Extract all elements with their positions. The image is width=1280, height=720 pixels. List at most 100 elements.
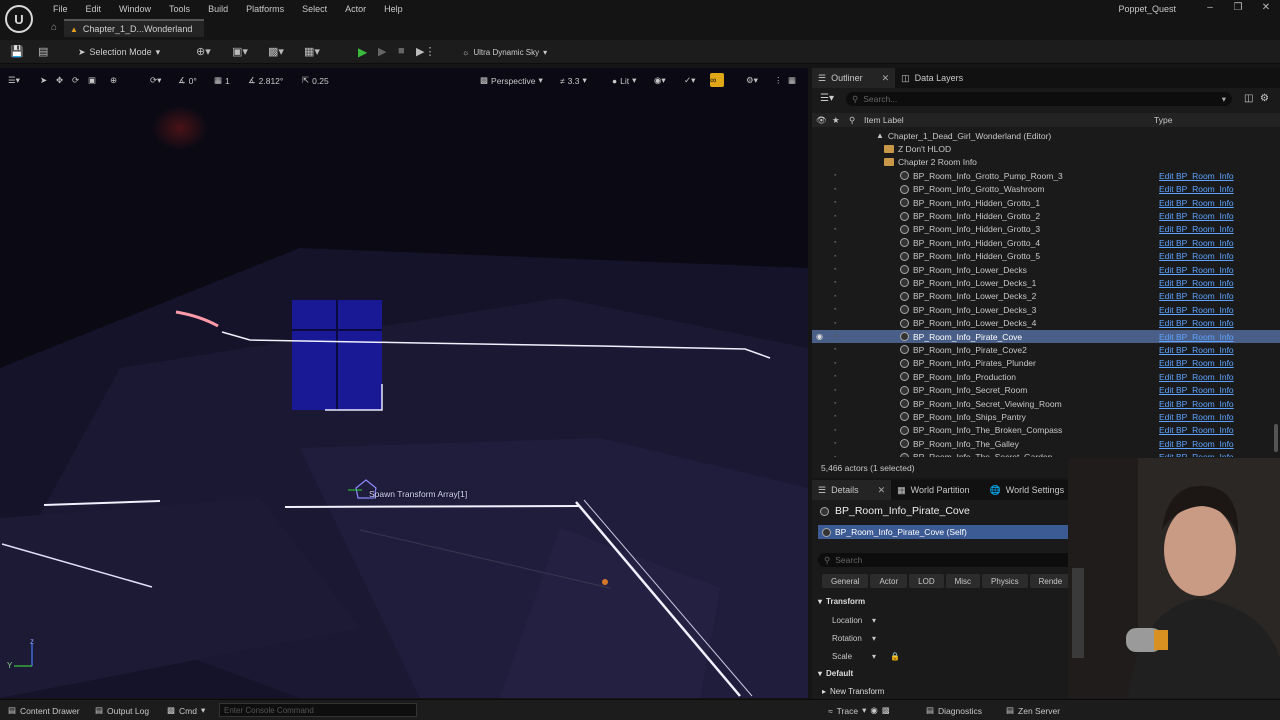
location-dropdown[interactable]: Location ▾ [828,614,880,626]
table-row[interactable]: ▪ BP_Room_Info_Hidden_Grotto_4 Edit BP_Roo… [812,236,1280,249]
visibility-column-icon[interactable]: 👁 [816,115,827,126]
column-type[interactable]: Type [1154,115,1172,125]
scale-tool-icon[interactable]: ▣ [88,74,96,87]
actor-type-link[interactable]: Edit BP_Room_Info [1159,412,1234,422]
actor-type-link[interactable]: Edit BP_Room_Info [1159,425,1234,435]
save-icon[interactable]: 💾 [10,45,24,58]
lit-dropdown[interactable]: ● Lit ▾ [612,74,636,87]
filter-lod[interactable]: LOD [909,574,944,588]
table-row[interactable]: ▪ BP_Room_Info_Hidden_Grotto_5 Edit BP_Roo… [812,250,1280,263]
pin-icon[interactable]: ▪ [834,346,836,353]
chevron-down-icon[interactable]: ▾ [1222,94,1226,105]
pin-icon[interactable]: ▪ [834,320,836,327]
filter-icon[interactable]: ☰▾ [820,93,834,104]
content-browser-icon[interactable]: ▤ [38,45,48,58]
tab-outliner[interactable]: ☰ Outliner ✕ [812,68,896,88]
translate-tool-icon[interactable]: ✥ [56,74,63,87]
stop-icon[interactable]: ■ [398,45,405,57]
table-row[interactable]: ▪ BP_Room_Info_Lower_Decks_2 Edit BP_Room_… [812,290,1280,303]
table-row[interactable]: ▪ BP_Room_Info_Pirate_Cove2 Edit BP_Room_I… [812,343,1280,356]
sky-dropdown[interactable]: ☼ Ultra Dynamic Sky ▾ [462,44,547,60]
unreal-logo-icon[interactable]: U [5,5,33,33]
zen-server-button[interactable]: ▤ Zen Server [1006,704,1060,717]
camera-speed-button[interactable]: ∡ 2.812° [248,74,283,87]
menu-tools[interactable]: Tools [160,4,199,14]
rotation-snap-button[interactable]: ∡ 0° [178,74,197,87]
visibility-eye-icon[interactable]: ◉ [816,332,823,341]
pin-icon[interactable]: ▪ [834,360,836,367]
select-tool-icon[interactable]: ➤ [40,74,47,87]
scale-snap-button[interactable]: ⇱ 0.25 [302,74,329,87]
cinematics-icon[interactable]: ▩▾ [268,45,284,58]
actor-type-link[interactable]: Edit BP_Room_Info [1159,358,1234,368]
pin-icon[interactable]: ▪ [834,293,836,300]
tab-world-partition[interactable]: ▦ World Partition [891,480,975,500]
pin-icon[interactable]: ▪ [834,266,836,273]
output-log-button[interactable]: ▤ Output Log [95,704,149,717]
table-row[interactable]: ▪ BP_Room_Info_Hidden_Grotto_1 Edit BP_Roo… [812,196,1280,209]
menu-window[interactable]: Window [110,4,160,14]
table-row[interactable]: ▪ BP_Room_Info_The_Galley Edit BP_Room_Inf… [812,437,1280,450]
add-actor-icon[interactable]: ⊕▾ [196,45,211,58]
trace-dropdown[interactable]: ≈ Trace ▾ ◉ ▩ [828,704,890,717]
table-row[interactable]: ▪ BP_Room_Info_Lower_Decks_1 Edit BP_Room_… [812,276,1280,289]
pin-icon[interactable]: ▪ [834,427,836,434]
filter-rendering[interactable]: Rende [1029,574,1072,588]
pin-icon[interactable]: ▪ [834,413,836,420]
pin-icon[interactable]: ▪ [834,186,836,193]
more-options-icon[interactable]: ⋮ [774,74,783,87]
pin-icon[interactable]: ▪ [834,373,836,380]
menu-build[interactable]: Build [199,4,237,14]
lock-icon[interactable]: 🔒 [890,652,900,661]
actor-type-link[interactable]: Edit BP_Room_Info [1159,305,1234,315]
filter-actor[interactable]: Actor [870,574,908,588]
pin-icon[interactable]: ▪ [834,239,836,246]
actor-type-link[interactable]: Edit BP_Room_Info [1159,345,1234,355]
show-flags-icon[interactable]: ◉▾ [654,74,666,87]
column-item-label[interactable]: Item Label [864,115,904,125]
outliner-scrollbar[interactable] [1274,424,1278,452]
record-icon[interactable]: ◉ [870,705,877,716]
tree-row-folder[interactable]: Z Don't HLOD [812,142,1280,155]
selection-mode-dropdown[interactable]: ➤ Selection Mode ▾ [78,44,160,60]
screenshot-icon[interactable]: ▩ [882,705,890,716]
console-command-input[interactable]: Enter Console Command [219,703,417,717]
new-transform-row[interactable]: ▸ New Transform [822,687,884,696]
table-row[interactable]: ▪ BP_Room_Info_Lower_Decks Edit BP_Room_In… [812,263,1280,276]
actor-type-link[interactable]: Edit BP_Room_Info [1159,332,1234,342]
realtime-icon[interactable]: ✓▾ [684,74,695,87]
close-icon[interactable]: ✕ [882,73,890,84]
actor-type-link[interactable]: Edit BP_Room_Info [1159,251,1234,261]
tree-row-world[interactable]: ▲ Chapter_1_Dead_Girl_Wonderland (Editor… [812,129,1280,142]
perspective-dropdown[interactable]: ▩ Perspective ▾ [480,74,543,87]
close-icon[interactable]: ✕ [878,485,886,496]
modes-icon[interactable]: ▦▾ [304,45,320,58]
table-row[interactable]: ▪ BP_Room_Info_The_Secret_Garden Edit BP_R… [812,450,1280,457]
table-row[interactable]: ▪ BP_Room_Info_Ships_Pantry Edit BP_Room_I… [812,410,1280,423]
menu-edit[interactable]: Edit [77,4,111,14]
menu-help[interactable]: Help [375,4,412,14]
maximize-icon[interactable]: ❐ [1224,2,1252,16]
menu-platforms[interactable]: Platforms [237,4,293,14]
blueprints-icon[interactable]: ▣▾ [232,45,248,58]
home-icon[interactable]: ⌂ [44,20,64,36]
actor-type-link[interactable]: Edit BP_Room_Info [1159,171,1234,181]
fov-dropdown[interactable]: ≠ 3.3 ▾ [560,74,587,87]
pin-icon[interactable]: ▪ [834,172,836,179]
layout-icon[interactable]: ▦ [788,74,796,87]
actor-type-link[interactable]: Edit BP_Room_Info [1159,238,1234,248]
table-row[interactable]: ▪ BP_Room_Info_The_Broken_Compass Edit BP_… [812,424,1280,437]
viewport-menu-icon[interactable]: ☰▾ [8,74,20,87]
actor-type-link[interactable]: Edit BP_Room_Info [1159,224,1234,234]
tree-row-folder[interactable]: Chapter 2 Room Info [812,156,1280,169]
actor-type-link[interactable]: Edit BP_Room_Info [1159,385,1234,395]
table-row[interactable]: ◉ ▪ BP_Room_Info_Pirate_Cove Edit BP_Room_I… [812,329,1280,344]
menu-actor[interactable]: Actor [336,4,375,14]
tab-details[interactable]: ☰ Details ✕ [812,480,892,500]
actor-type-link[interactable]: Edit BP_Room_Info [1159,198,1234,208]
pin-icon[interactable]: ▪ [834,279,836,286]
table-row[interactable]: ▪ BP_Room_Info_Hidden_Grotto_2 Edit BP_Roo… [812,209,1280,222]
pin-icon[interactable]: ▪ [834,400,836,407]
actor-type-link[interactable]: Edit BP_Room_Info [1159,399,1234,409]
cmd-dropdown[interactable]: ▩ Cmd ▾ [167,704,205,717]
